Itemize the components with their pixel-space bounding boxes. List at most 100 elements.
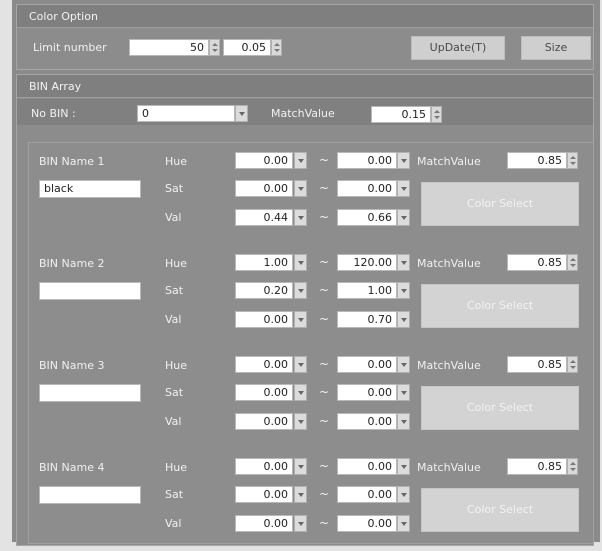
sat-max-input[interactable]: 0.00 xyxy=(337,384,397,401)
hue-max-dropdown[interactable] xyxy=(397,254,410,271)
hue-max-dropdown[interactable] xyxy=(397,458,410,475)
limit-number-label: Limit number xyxy=(33,41,107,54)
sat-range-tilde: ~ xyxy=(319,181,330,195)
val-label: Val xyxy=(165,415,182,428)
sat-min-input[interactable]: 0.00 xyxy=(235,384,293,401)
spin-up-icon xyxy=(434,110,440,113)
hue-label: Hue xyxy=(165,257,188,270)
hue-min-dropdown[interactable] xyxy=(294,356,307,373)
spin-down-icon xyxy=(570,162,576,165)
val-min-dropdown[interactable] xyxy=(294,209,307,226)
sat-max-dropdown[interactable] xyxy=(397,486,410,503)
hue-max-input[interactable]: 120.00 xyxy=(337,254,397,271)
val-max-dropdown[interactable] xyxy=(397,413,410,430)
val-min-input[interactable]: 0.00 xyxy=(235,311,293,328)
sat-range-tilde: ~ xyxy=(319,487,330,501)
hue-min-input[interactable]: 1.00 xyxy=(235,254,293,271)
limit-step-spinner[interactable] xyxy=(271,39,282,56)
sat-max-dropdown[interactable] xyxy=(397,180,410,197)
bin-name-input[interactable] xyxy=(39,486,141,504)
val-max-input[interactable]: 0.66 xyxy=(337,209,397,226)
hue-min-input[interactable]: 0.00 xyxy=(235,152,293,169)
color-select-button[interactable]: Color Select xyxy=(421,182,579,226)
bin-match-input[interactable]: 0.85 xyxy=(507,356,567,373)
chevron-down-icon xyxy=(298,261,304,265)
color-select-button[interactable]: Color Select xyxy=(421,386,579,430)
val-range-tilde: ~ xyxy=(319,210,330,224)
sat-min-input[interactable]: 0.20 xyxy=(235,282,293,299)
bin-array-match-input[interactable]: 0.15 xyxy=(371,106,431,123)
val-max-dropdown[interactable] xyxy=(397,209,410,226)
bin-name-label: BIN Name 2 xyxy=(39,257,105,270)
color-select-button[interactable]: Color Select xyxy=(421,284,579,328)
bin-match-spinner[interactable] xyxy=(567,356,578,373)
spin-up-icon xyxy=(274,43,280,46)
val-max-dropdown[interactable] xyxy=(397,515,410,532)
bin-match-spinner[interactable] xyxy=(567,458,578,475)
val-max-input[interactable]: 0.00 xyxy=(337,413,397,430)
chevron-down-icon xyxy=(298,465,304,469)
hue-min-input[interactable]: 0.00 xyxy=(235,458,293,475)
chevron-down-icon xyxy=(401,420,407,424)
spin-down-icon xyxy=(434,116,440,119)
sat-label: Sat xyxy=(165,182,184,195)
hue-max-input[interactable]: 0.00 xyxy=(337,356,397,373)
val-max-input[interactable]: 0.00 xyxy=(337,515,397,532)
size-button[interactable]: Size xyxy=(521,36,591,60)
bin-match-spinner[interactable] xyxy=(567,254,578,271)
val-min-dropdown[interactable] xyxy=(294,515,307,532)
chevron-down-icon xyxy=(401,522,407,526)
val-min-input[interactable]: 0.00 xyxy=(235,515,293,532)
sat-max-input[interactable]: 0.00 xyxy=(337,180,397,197)
sat-max-input[interactable]: 0.00 xyxy=(337,486,397,503)
hue-max-input[interactable]: 0.00 xyxy=(337,458,397,475)
val-min-dropdown[interactable] xyxy=(294,413,307,430)
val-min-dropdown[interactable] xyxy=(294,311,307,328)
sat-min-dropdown[interactable] xyxy=(294,180,307,197)
hue-max-dropdown[interactable] xyxy=(397,152,410,169)
bin-match-spinner[interactable] xyxy=(567,152,578,169)
bin-match-input[interactable]: 0.85 xyxy=(507,254,567,271)
sat-min-dropdown[interactable] xyxy=(294,282,307,299)
bin-name-input[interactable] xyxy=(39,282,141,300)
color-select-button[interactable]: Color Select xyxy=(421,488,579,532)
update-button[interactable]: UpDate(T) xyxy=(411,36,505,60)
sat-max-dropdown[interactable] xyxy=(397,384,410,401)
bin-match-input[interactable]: 0.85 xyxy=(507,152,567,169)
hue-max-input[interactable]: 0.00 xyxy=(337,152,397,169)
bin-match-label: MatchValue xyxy=(417,461,481,474)
val-range-tilde: ~ xyxy=(319,414,330,428)
bin-name-input[interactable]: black xyxy=(39,180,141,198)
hue-min-dropdown[interactable] xyxy=(294,152,307,169)
hue-min-dropdown[interactable] xyxy=(294,458,307,475)
bin-name-input[interactable] xyxy=(39,384,141,402)
sat-min-dropdown[interactable] xyxy=(294,486,307,503)
sat-min-dropdown[interactable] xyxy=(294,384,307,401)
chevron-down-icon xyxy=(298,289,304,293)
val-min-input[interactable]: 0.00 xyxy=(235,413,293,430)
val-min-input[interactable]: 0.44 xyxy=(235,209,293,226)
chevron-down-icon xyxy=(401,289,407,293)
val-max-input[interactable]: 0.70 xyxy=(337,311,397,328)
color-option-group: Color Option Limit number 50 0.05 UpDate… xyxy=(16,4,594,70)
chevron-down-icon xyxy=(401,493,407,497)
sat-max-input[interactable]: 1.00 xyxy=(337,282,397,299)
bin-array-match-spinner[interactable] xyxy=(431,106,442,123)
val-max-dropdown[interactable] xyxy=(397,311,410,328)
no-bin-dropdown-button[interactable] xyxy=(235,105,248,122)
limit-number-input[interactable]: 50 xyxy=(129,39,209,56)
hue-max-dropdown[interactable] xyxy=(397,356,410,373)
bin-match-input[interactable]: 0.85 xyxy=(507,458,567,475)
hue-range-tilde: ~ xyxy=(319,255,330,269)
hue-min-dropdown[interactable] xyxy=(294,254,307,271)
val-label: Val xyxy=(165,211,182,224)
sat-label: Sat xyxy=(165,284,184,297)
limit-step-input[interactable]: 0.05 xyxy=(223,39,271,56)
sat-max-dropdown[interactable] xyxy=(397,282,410,299)
sat-min-input[interactable]: 0.00 xyxy=(235,180,293,197)
no-bin-select[interactable]: 0 xyxy=(137,105,235,122)
sat-min-input[interactable]: 0.00 xyxy=(235,486,293,503)
bin-block-2: BIN Name 2 Hue Sat Val 1.00 ~ 120.00 0.2… xyxy=(29,245,593,347)
hue-min-input[interactable]: 0.00 xyxy=(235,356,293,373)
limit-number-spinner[interactable] xyxy=(209,39,220,56)
